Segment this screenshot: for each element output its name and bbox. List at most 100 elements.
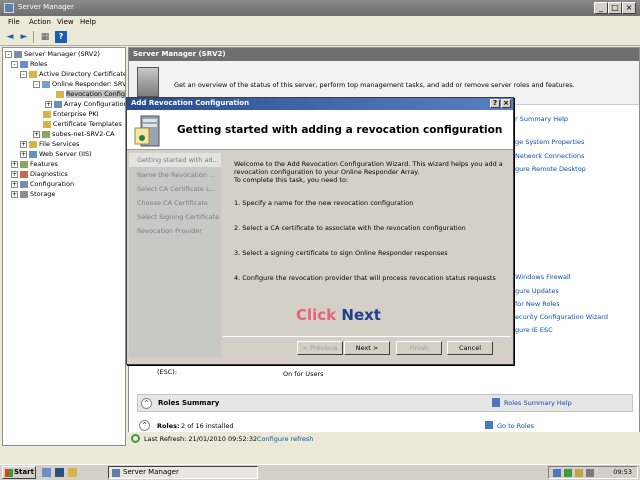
- folder-icon: [56, 90, 64, 98]
- tree-item-server-manager[interactable]: - Server Manager (SRV2): [5, 49, 100, 59]
- finish-button[interactable]: Finish: [396, 341, 442, 355]
- back-arrow-icon[interactable]: ◄: [4, 31, 16, 43]
- esc-label: (ESC):: [157, 368, 178, 376]
- refresh-icon[interactable]: [131, 434, 140, 443]
- configure-refresh-link[interactable]: Configure refresh: [257, 435, 313, 443]
- template-icon: [43, 120, 51, 128]
- explorer-icon[interactable]: [68, 468, 77, 477]
- expand-icon[interactable]: +: [20, 150, 27, 158]
- network-tray-icon[interactable]: [553, 469, 561, 477]
- collapse-roles-icon[interactable]: ^: [139, 420, 150, 431]
- collapse-icon[interactable]: -: [33, 80, 40, 88]
- new-roles-link[interactable]: for New Roles: [515, 300, 560, 308]
- volume-tray-icon[interactable]: [586, 469, 594, 477]
- tree-item-enterprise-pki[interactable]: Enterprise PKI: [43, 109, 99, 119]
- roles-summary-help-link[interactable]: Roles Summary Help: [504, 399, 572, 407]
- powershell-icon[interactable]: [55, 468, 64, 477]
- tree-item-storage[interactable]: + Storage: [11, 189, 55, 199]
- ie-esc-link[interactable]: gure IE ESC: [515, 326, 553, 334]
- previous-button[interactable]: < Previous: [297, 341, 343, 355]
- tree-item-configuration[interactable]: + Configuration: [11, 179, 74, 189]
- collapse-icon[interactable]: -: [20, 70, 27, 78]
- expand-icon[interactable]: +: [11, 180, 18, 188]
- tree-item-ca[interactable]: + subes-net-SRV2-CA: [33, 129, 115, 139]
- diagnostics-icon: [20, 170, 28, 178]
- esc-value: On for Users: [283, 370, 324, 378]
- expand-icon[interactable]: +: [45, 100, 52, 108]
- menu-file[interactable]: File: [8, 18, 20, 26]
- collapse-icon[interactable]: -: [11, 60, 18, 68]
- tree-item-online-responder[interactable]: - Online Responder: SRV: [33, 79, 125, 89]
- system-properties-link[interactable]: ge System Properties: [515, 138, 584, 146]
- server-manager-icon: [112, 469, 120, 477]
- tree-item-file-services[interactable]: + File Services: [20, 139, 79, 149]
- summary-help-link[interactable]: r Summary Help: [515, 115, 568, 123]
- web-server-icon: [29, 150, 37, 158]
- tree-item-ad-certificate[interactable]: - Active Directory Certificate: [20, 69, 125, 79]
- step-2-text: 2. Select a CA certificate to associate …: [234, 224, 466, 232]
- minimize-button[interactable]: _: [594, 2, 608, 14]
- certificate-server-icon: [134, 115, 160, 147]
- expand-icon[interactable]: +: [11, 190, 18, 198]
- help-icon[interactable]: ?: [55, 31, 67, 43]
- storage-icon: [20, 190, 28, 198]
- tree-item-array-configuration[interactable]: + Array Configuration: [45, 99, 125, 109]
- expand-icon[interactable]: +: [11, 170, 18, 178]
- tree-item-features[interactable]: + Features: [11, 159, 58, 169]
- last-refresh-text: Last Refresh: 21/01/2010 09:52:32: [144, 435, 258, 443]
- step-1-text: 1. Specify a name for the new revocation…: [234, 199, 414, 207]
- status-tray-icon[interactable]: [564, 469, 572, 477]
- expand-icon[interactable]: +: [20, 140, 27, 148]
- dialog-title-bar: Add Revocation Configuration ? ×: [127, 98, 513, 110]
- dialog-close-button[interactable]: ×: [501, 99, 511, 108]
- windows-firewall-link[interactable]: Windows Firewall: [515, 273, 571, 281]
- menu-view[interactable]: View: [57, 18, 74, 26]
- alert-tray-icon[interactable]: [575, 469, 583, 477]
- tree-item-roles[interactable]: - Roles: [11, 59, 47, 69]
- network-connections-link[interactable]: Network Connections: [515, 152, 584, 160]
- step-3-text: 3. Select a signing certificate to sign …: [234, 249, 448, 257]
- step-4-text: 4. Configure the revocation provider tha…: [234, 274, 496, 282]
- cancel-button[interactable]: Cancel: [447, 341, 493, 355]
- start-button[interactable]: Start: [2, 466, 36, 479]
- wizard-step-select-ca-location: Select CA Certificate L...: [137, 185, 216, 193]
- toolbar-separator: [33, 31, 34, 43]
- menu-action[interactable]: Action: [29, 18, 51, 26]
- quick-launch-icon[interactable]: [42, 468, 51, 477]
- menu-bar: File Action View Help: [0, 16, 640, 29]
- expand-icon[interactable]: +: [33, 130, 40, 138]
- dialog-help-button[interactable]: ?: [490, 99, 500, 108]
- windows-flag-icon: [5, 469, 13, 477]
- security-wizard-link[interactable]: ecurity Configuration Wizard: [515, 313, 608, 321]
- help-book-icon: [492, 398, 500, 407]
- expand-icon[interactable]: +: [11, 160, 18, 168]
- dialog-title: Add Revocation Configuration: [131, 99, 250, 107]
- go-to-roles-link[interactable]: Go to Roles: [497, 422, 534, 430]
- tree-item-web-server[interactable]: + Web Server (IIS): [20, 149, 92, 159]
- maximize-button[interactable]: □: [608, 2, 622, 14]
- features-icon: [20, 160, 28, 168]
- roles-summary-bar: ^ Roles Summary Roles Summary Help: [137, 394, 633, 412]
- collapse-icon[interactable]: -: [5, 50, 12, 58]
- wizard-step-getting-started[interactable]: Getting started with ad...: [129, 153, 221, 167]
- forward-arrow-icon[interactable]: ►: [18, 31, 30, 43]
- roles-summary-title: Roles Summary: [158, 399, 220, 407]
- callout-word-next: Next: [341, 306, 381, 324]
- taskbar-server-manager[interactable]: Server Manager: [108, 466, 258, 479]
- array-icon: [54, 100, 62, 108]
- tree-item-certificate-templates[interactable]: Certificate Templates: [43, 119, 122, 129]
- updates-link[interactable]: gure Updates: [515, 287, 559, 295]
- close-button[interactable]: ×: [622, 2, 636, 14]
- tree-item-revocation-config[interactable]: Revocation Config: [56, 89, 125, 99]
- remote-desktop-link[interactable]: gure Remote Desktop: [515, 165, 586, 173]
- menu-help[interactable]: Help: [80, 18, 96, 26]
- next-button[interactable]: Next >: [344, 341, 390, 355]
- tree-item-diagnostics[interactable]: + Diagnostics: [11, 169, 68, 179]
- clock: 09:53: [613, 468, 632, 476]
- navigation-tree: - Server Manager (SRV2) - Roles - Active Di…: [2, 47, 126, 446]
- show-hide-tree-icon[interactable]: ▦: [39, 31, 51, 43]
- roles-icon: [20, 60, 28, 68]
- collapse-section-icon[interactable]: ^: [141, 398, 152, 409]
- ca-icon: [42, 130, 50, 138]
- certificate-icon: [29, 70, 37, 78]
